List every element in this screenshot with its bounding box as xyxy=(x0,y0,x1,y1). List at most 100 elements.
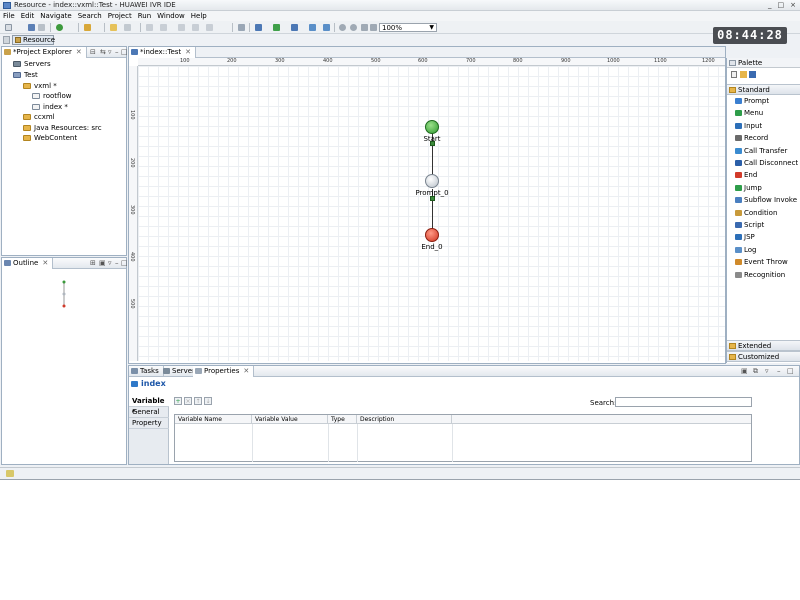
close-icon[interactable]: ✕ xyxy=(42,259,48,267)
maximize-view-icon[interactable]: □ xyxy=(121,259,128,267)
tab-project-explorer[interactable]: *Project Explorer ✕ xyxy=(2,47,87,58)
menu-edit[interactable]: Edit xyxy=(18,11,38,21)
nav-icon[interactable] xyxy=(146,24,153,31)
tab-properties[interactable]: Properties ✕ xyxy=(193,366,255,377)
collapse-all-icon[interactable]: ⊟ xyxy=(90,48,96,56)
run-icon[interactable] xyxy=(56,24,63,31)
perspective-resource[interactable]: Resource xyxy=(12,35,55,45)
tree-item-index[interactable]: index * xyxy=(32,103,68,111)
close-icon[interactable]: ✕ xyxy=(185,48,191,56)
palette-item-end[interactable]: End xyxy=(735,171,757,179)
palette-item-recognition[interactable]: Recognition xyxy=(735,271,785,279)
palette-group-extended[interactable]: Extended xyxy=(727,340,800,351)
tab-index-test[interactable]: *index::Test ✕ xyxy=(129,47,197,58)
side-tab-property[interactable]: Property xyxy=(129,418,169,429)
side-tab-variable[interactable]: Variable * xyxy=(129,396,169,416)
palette-item-call-transfer[interactable]: Call Transfer xyxy=(735,147,787,155)
view-menu-icon[interactable]: ▿ xyxy=(108,259,112,267)
new-icon[interactable] xyxy=(5,24,12,31)
save-icon[interactable] xyxy=(28,24,35,31)
tree-item-ccxml[interactable]: ccxml xyxy=(23,113,55,121)
wand-icon[interactable] xyxy=(84,24,91,31)
variable-table[interactable]: Variable Name Variable Value Type Descri… xyxy=(174,414,752,462)
zoom-in-icon[interactable] xyxy=(339,24,346,31)
tree-item-java-resources[interactable]: Java Resources: src xyxy=(23,124,102,132)
nav-icon[interactable] xyxy=(160,24,167,31)
column-type[interactable]: Type xyxy=(328,415,357,424)
delete-variable-icon[interactable]: × xyxy=(184,397,192,405)
minimize-view-icon[interactable]: – xyxy=(115,259,119,267)
palette-group-standard[interactable]: Standard xyxy=(727,84,800,95)
palette-group-customized[interactable]: Customized xyxy=(727,351,800,362)
link-editor-icon[interactable]: ⇆ xyxy=(100,48,106,56)
zoom-select[interactable]: 100% ▼ xyxy=(379,23,437,32)
marquee-tool-icon[interactable] xyxy=(740,71,747,78)
tree-item-test[interactable]: Test xyxy=(13,71,38,79)
tool-icon[interactable] xyxy=(323,24,330,31)
menu-run[interactable]: Run xyxy=(135,11,154,21)
validate-icon[interactable] xyxy=(273,24,280,31)
tab-outline[interactable]: Outline ✕ xyxy=(2,258,54,269)
palette-item-record[interactable]: Record xyxy=(735,134,768,142)
tree-item-vxml[interactable]: vxml * xyxy=(23,82,57,90)
close-icon[interactable]: × xyxy=(790,1,796,9)
minimize-view-icon[interactable]: – xyxy=(115,48,119,56)
menu-search[interactable]: Search xyxy=(75,11,105,21)
tab-tasks[interactable]: Tasks xyxy=(129,366,164,377)
view-menu-icon[interactable]: ▿ xyxy=(108,48,112,56)
node-prompt[interactable]: Prompt_0 xyxy=(412,174,452,197)
filter-icon[interactable]: ⧉ xyxy=(753,367,758,376)
tree-item-rootflow[interactable]: rootflow xyxy=(32,92,71,100)
flow-icon[interactable] xyxy=(255,24,262,31)
search-input[interactable] xyxy=(615,397,752,407)
palette-item-script[interactable]: Script xyxy=(735,221,764,229)
move-up-icon[interactable]: ↑ xyxy=(194,397,202,405)
view-menu-icon[interactable]: ▿ xyxy=(765,367,769,375)
select-tool-icon[interactable] xyxy=(731,71,737,78)
fit-icon[interactable] xyxy=(361,24,368,31)
status-icon[interactable] xyxy=(6,470,14,477)
palette-item-jsp[interactable]: JSP xyxy=(735,233,755,241)
forward-icon[interactable] xyxy=(192,24,199,31)
palette-header[interactable]: Palette xyxy=(727,58,800,68)
palette-item-call-disconnect[interactable]: Call Disconnect xyxy=(735,159,798,167)
tree-item-webcontent[interactable]: WebContent xyxy=(23,134,77,142)
move-down-icon[interactable]: ↓ xyxy=(204,397,212,405)
overview-icon[interactable]: ▣ xyxy=(99,259,106,267)
deploy-icon[interactable] xyxy=(291,24,298,31)
search-icon[interactable] xyxy=(110,24,117,31)
print-icon[interactable] xyxy=(38,24,45,31)
menu-help[interactable]: Help xyxy=(188,11,210,21)
menu-navigate[interactable]: Navigate xyxy=(37,11,74,21)
back-icon[interactable] xyxy=(178,24,185,31)
palette-item-condition[interactable]: Condition xyxy=(735,209,777,217)
palette-item-event-throw[interactable]: Event Throw xyxy=(735,258,788,266)
palette-item-menu[interactable]: Menu xyxy=(735,109,763,117)
close-icon[interactable]: ✕ xyxy=(243,367,249,375)
node-end[interactable]: End_0 xyxy=(415,228,449,251)
add-variable-icon[interactable]: + xyxy=(174,397,182,405)
layout-icon[interactable] xyxy=(238,24,245,31)
actual-size-icon[interactable] xyxy=(370,24,377,31)
zoom-out-icon[interactable] xyxy=(350,24,357,31)
maximize-view-icon[interactable]: □ xyxy=(787,367,794,375)
minimize-view-icon[interactable]: – xyxy=(777,367,781,375)
menu-window[interactable]: Window xyxy=(154,11,188,21)
edit-icon[interactable] xyxy=(124,24,131,31)
palette-item-log[interactable]: Log xyxy=(735,246,757,254)
palette-item-jump[interactable]: Jump xyxy=(735,184,762,192)
menu-file[interactable]: File xyxy=(0,11,18,21)
maximize-view-icon[interactable]: □ xyxy=(121,48,128,56)
node-start[interactable]: Start xyxy=(417,120,447,143)
connection-tool-icon[interactable] xyxy=(749,71,756,78)
close-icon[interactable]: ✕ xyxy=(76,48,82,56)
column-variable-name[interactable]: Variable Name xyxy=(175,415,252,424)
debug-icon[interactable] xyxy=(309,24,316,31)
pin-icon[interactable]: ▣ xyxy=(741,367,748,375)
column-variable-value[interactable]: Variable Value xyxy=(252,415,328,424)
maximize-icon[interactable]: □ xyxy=(778,1,785,9)
open-perspective-icon[interactable] xyxy=(3,36,10,44)
palette-item-input[interactable]: Input xyxy=(735,122,762,130)
side-tab-general[interactable]: General xyxy=(129,407,169,418)
forward-icon[interactable] xyxy=(206,24,213,31)
